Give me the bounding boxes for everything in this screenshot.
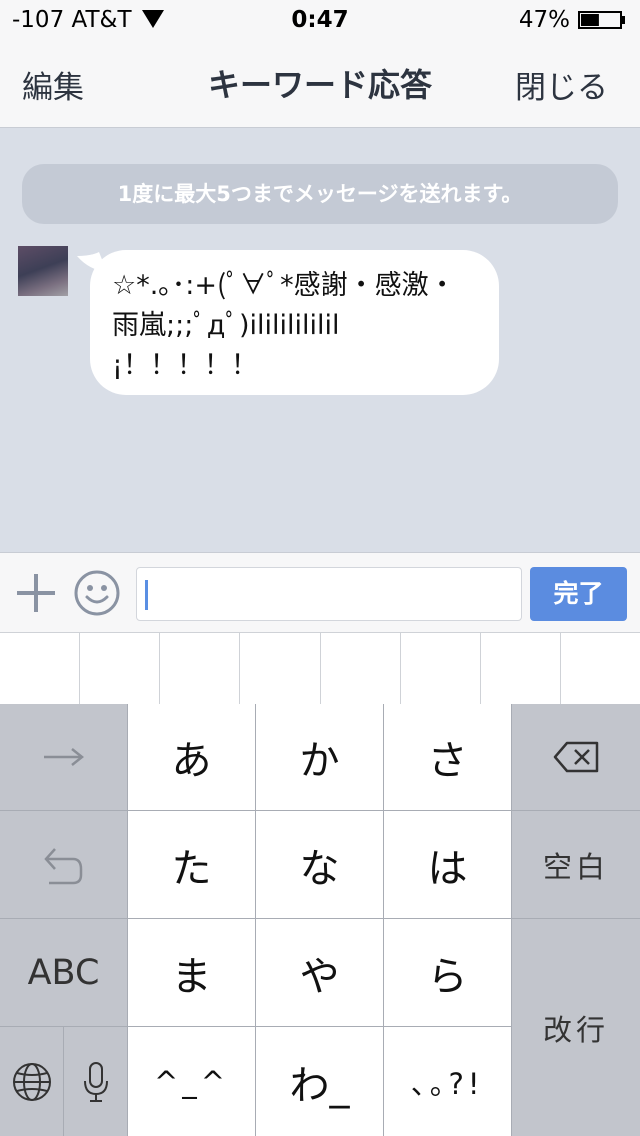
text-caret — [145, 580, 148, 610]
done-button[interactable]: 完了 — [530, 567, 627, 621]
chat-area[interactable]: 1度に最大5つまでメッセージを送れます。 ☆*.｡･:+(ﾟ∀ﾟ*感謝・感激・ … — [0, 129, 640, 552]
candidate-cell[interactable] — [240, 633, 321, 704]
candidate-cell[interactable] — [80, 633, 161, 704]
abc-key[interactable]: ABC — [0, 919, 127, 1026]
return-key[interactable]: 改行 — [512, 919, 640, 1136]
arrow-right-key[interactable] — [0, 704, 127, 810]
undo-icon — [43, 847, 82, 884]
arrow-right-icon — [43, 748, 84, 766]
emoji-icon[interactable] — [74, 570, 120, 616]
key-punctuation[interactable]: ､｡?! — [384, 1027, 511, 1136]
key-a[interactable]: あ — [128, 704, 255, 810]
key-kaomoji-label: ^_^ — [153, 1064, 230, 1099]
key-punctuation-label: ､｡?! — [411, 1066, 484, 1101]
undo-key[interactable] — [0, 811, 127, 918]
candidate-cell[interactable] — [321, 633, 401, 704]
candidate-cell[interactable] — [481, 633, 561, 704]
avatar[interactable] — [18, 246, 68, 296]
key-sa[interactable]: さ — [384, 704, 511, 810]
message-limit-notice: 1度に最大5つまでメッセージを送れます。 — [22, 164, 618, 224]
message-bubble[interactable]: ☆*.｡･:+(ﾟ∀ﾟ*感謝・感激・ 雨嵐;;;ﾟдﾟ)ilililililil… — [90, 250, 499, 395]
candidate-cell[interactable] — [160, 633, 241, 704]
key-ha[interactable]: は — [384, 811, 511, 918]
microphone-key[interactable] — [64, 1027, 127, 1136]
delete-icon — [553, 741, 599, 773]
message-input[interactable] — [136, 567, 522, 621]
abc-key-label: ABC — [27, 952, 100, 993]
input-bar: 完了 — [0, 552, 640, 632]
key-ka[interactable]: か — [256, 704, 383, 810]
keyboard: あ か さ た な は 空白 ABC ま や ら 改行 ^_^ わ_ ､｡?! — [0, 704, 640, 1136]
candidate-cell[interactable] — [401, 633, 481, 704]
key-ma[interactable]: ま — [128, 919, 255, 1026]
space-key[interactable]: 空白 — [512, 811, 640, 918]
space-key-label: 空白 — [542, 849, 609, 884]
return-key-label: 改行 — [542, 1012, 609, 1047]
globe-icon — [12, 1062, 51, 1101]
delete-key[interactable] — [512, 704, 640, 810]
key-wa[interactable]: わ_ — [256, 1027, 383, 1136]
key-ya[interactable]: や — [256, 919, 383, 1026]
key-ta[interactable]: た — [128, 811, 255, 918]
candidate-bar — [0, 632, 640, 704]
edit-button[interactable]: 編集 — [22, 62, 84, 107]
key-ra[interactable]: ら — [384, 919, 511, 1026]
message-line: ☆*.｡･:+(ﾟ∀ﾟ*感謝・感激・ — [112, 270, 456, 301]
key-na[interactable]: な — [256, 811, 383, 918]
message-line: ¡！！！！！ — [112, 350, 258, 381]
nav-bar: 編集 キーワード応答 閉じる — [0, 40, 640, 128]
close-button[interactable]: 閉じる — [515, 62, 608, 107]
globe-key[interactable] — [0, 1027, 63, 1136]
candidate-cell[interactable] — [0, 633, 81, 704]
battery-icon — [578, 11, 625, 29]
battery-percent: 47% — [518, 7, 570, 33]
key-kaomoji[interactable]: ^_^ — [128, 1027, 255, 1136]
candidate-cell[interactable] — [561, 633, 640, 704]
plus-icon[interactable] — [16, 573, 56, 613]
message-line: 雨嵐;;;ﾟдﾟ)ilililililil — [112, 310, 340, 341]
microphone-icon — [83, 1061, 108, 1102]
status-bar: -107 AT&T 0:47 47% — [0, 0, 640, 40]
